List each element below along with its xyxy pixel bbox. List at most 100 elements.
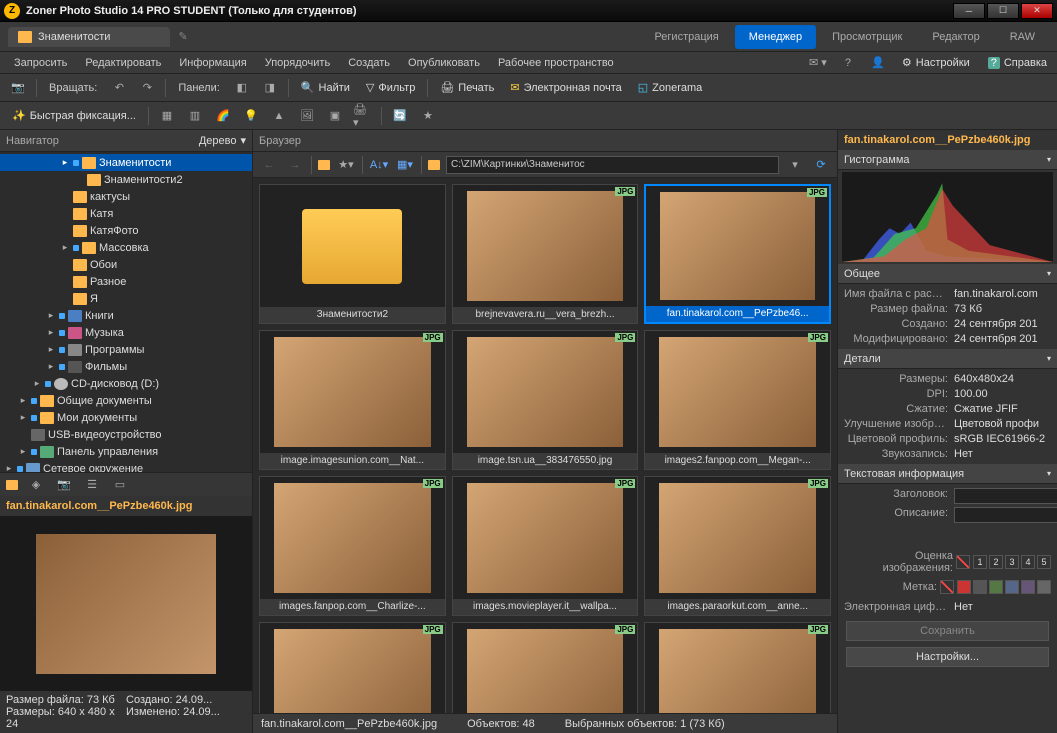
rating-5[interactable]: 5 — [1037, 555, 1051, 569]
reload-icon[interactable]: ⟳ — [811, 156, 831, 174]
thumbnail[interactable]: JPG — [452, 622, 639, 713]
tab-editor[interactable]: Редактор — [918, 25, 993, 49]
mail-icon[interactable]: ✉ ▾ — [808, 54, 828, 72]
back-icon[interactable]: ← — [259, 156, 279, 174]
sort-icon[interactable]: A↓▾ — [369, 156, 389, 174]
email-button[interactable]: ✉Электронная почта — [506, 79, 625, 96]
camera-icon[interactable]: 📷 — [8, 79, 28, 97]
menu-workspace[interactable]: Рабочее пространство — [490, 54, 622, 72]
rotate-left-icon[interactable]: ↶ — [109, 79, 129, 97]
find-button[interactable]: 🔍Найти — [297, 79, 354, 96]
nav-icon-3[interactable]: ☰ — [82, 476, 102, 494]
mark-color[interactable] — [1037, 580, 1051, 594]
path-input[interactable]: C:\ZIM\Картинки\Знаменитос — [446, 156, 779, 174]
refresh-icon[interactable]: 🔄 — [390, 107, 410, 125]
panel-left-icon[interactable]: ◧ — [232, 79, 252, 97]
tool-icon-1[interactable]: ▦ — [157, 107, 177, 125]
bulb-icon[interactable]: 💡 — [241, 107, 261, 125]
folder-tree[interactable]: ▸ЗнаменитостиЗнаменитости2кактусыКатяКат… — [0, 152, 252, 472]
tab-raw[interactable]: RAW — [996, 25, 1049, 49]
rating-clear[interactable] — [956, 555, 970, 569]
menu-edit[interactable]: Редактировать — [77, 54, 169, 72]
user-icon[interactable]: 👤 — [868, 54, 888, 72]
tree-item[interactable]: ▸Знаменитости — [0, 154, 252, 171]
tree-item[interactable]: ▸Программы — [0, 341, 252, 358]
tree-item[interactable]: USB-видеоустройство — [0, 426, 252, 443]
dropdown-icon[interactable]: ▾ — [785, 156, 805, 174]
mark-color[interactable] — [989, 580, 1003, 594]
tree-item[interactable]: Обои — [0, 256, 252, 273]
print-button[interactable]: 🖨Печать — [436, 79, 498, 96]
menu-sort[interactable]: Упорядочить — [257, 54, 338, 72]
settings-button[interactable]: Настройки... — [846, 647, 1049, 667]
filter-button[interactable]: ▽Фильтр — [362, 79, 419, 96]
thumbnail[interactable]: JPGimage.tsn.ua__383476550.jpg — [452, 330, 639, 470]
nav-icon-1[interactable]: ◈ — [26, 476, 46, 494]
tree-item[interactable]: ▸Массовка — [0, 239, 252, 256]
fav-icon[interactable]: ★▾ — [336, 156, 356, 174]
title-input[interactable] — [954, 488, 1057, 504]
tree-item[interactable]: кактусы — [0, 188, 252, 205]
menu-publish[interactable]: Опубликовать — [400, 54, 488, 72]
tree-item[interactable]: ▸Панель управления — [0, 443, 252, 460]
menu-help[interactable]: ?Справка — [984, 55, 1051, 71]
thumbnail[interactable]: JPG — [644, 622, 831, 713]
tree-item[interactable]: ▸CD-дисковод (D:) — [0, 375, 252, 392]
tree-item[interactable]: КатяФото — [0, 222, 252, 239]
details-header[interactable]: Детали▾ — [838, 349, 1057, 369]
quick-fix-button[interactable]: ✨Быстрая фиксация... — [8, 107, 140, 124]
zonerama-button[interactable]: ◱Zonerama — [634, 79, 707, 96]
tree-item[interactable]: Катя — [0, 205, 252, 222]
minimize-button[interactable]: ─ — [953, 3, 985, 19]
print2-icon[interactable]: 🖨 ▾ — [353, 107, 373, 125]
rating-1[interactable]: 1 — [973, 555, 987, 569]
menu-request[interactable]: Запросить — [6, 54, 75, 72]
tree-item[interactable]: ▸Музыка — [0, 324, 252, 341]
tree-item[interactable]: Знаменитости2 — [0, 171, 252, 188]
question-icon[interactable]: ? — [838, 54, 858, 72]
thumbnail-grid[interactable]: Знаменитости2JPGbrejnevavera.ru__vera_br… — [253, 178, 837, 713]
histogram-header[interactable]: Гистограмма▾ — [838, 150, 1057, 170]
chevron-down-icon[interactable]: ▾ — [240, 134, 246, 147]
tree-item[interactable]: ▸Фильмы — [0, 358, 252, 375]
mark-color[interactable] — [957, 580, 971, 594]
triangle-icon[interactable]: ▲ — [269, 107, 289, 125]
menu-settings[interactable]: ⚙Настройки — [898, 54, 974, 71]
panel-right-icon[interactable]: ◨ — [260, 79, 280, 97]
folder-tab[interactable]: Знаменитости — [8, 27, 170, 47]
save-button[interactable]: Сохранить — [846, 621, 1049, 641]
thumbnail[interactable]: JPGimages.paraorkut.com__anne... — [644, 476, 831, 616]
nav-icon-4[interactable]: ▭ — [110, 476, 130, 494]
close-button[interactable]: ✕ — [1021, 3, 1053, 19]
rating-4[interactable]: 4 — [1021, 555, 1035, 569]
tool-icon-2[interactable]: ▥ — [185, 107, 205, 125]
tree-item[interactable]: Разное — [0, 273, 252, 290]
rotate-right-icon[interactable]: ↷ — [137, 79, 157, 97]
navigator-mode[interactable]: Дерево — [199, 135, 237, 147]
tree-item[interactable]: ▸Мои документы — [0, 409, 252, 426]
tree-item[interactable]: ▸Книги — [0, 307, 252, 324]
tab-manager[interactable]: Менеджер — [735, 25, 816, 49]
rating-2[interactable]: 2 — [989, 555, 1003, 569]
mark-clear[interactable] — [940, 580, 954, 594]
mark-color[interactable] — [1005, 580, 1019, 594]
thumbnail[interactable]: JPGimages2.fanpop.com__Megan-... — [644, 330, 831, 470]
tab-viewer[interactable]: Просмотрщик — [818, 25, 916, 49]
menu-info[interactable]: Информация — [171, 54, 254, 72]
nav-icon-2[interactable]: 📷 — [54, 476, 74, 494]
rainbow-icon[interactable]: 🌈 — [213, 107, 233, 125]
thumbnail[interactable]: JPGbrejnevavera.ru__vera_brezh... — [452, 184, 639, 324]
thumbnail[interactable]: JPGimages.fanpop.com__Charlize-... — [259, 476, 446, 616]
folder-icon[interactable] — [6, 480, 18, 490]
image-icon[interactable]: 🖼 — [297, 107, 317, 125]
thumbnail[interactable]: Знаменитости2 — [259, 184, 446, 324]
layers-icon[interactable]: ▣ — [325, 107, 345, 125]
forward-icon[interactable]: → — [285, 156, 305, 174]
mark-color[interactable] — [973, 580, 987, 594]
rating-3[interactable]: 3 — [1005, 555, 1019, 569]
view-icon[interactable]: ▦▾ — [395, 156, 415, 174]
thumbnail[interactable]: JPGfan.tinakarol.com__PePzbe46... — [644, 184, 831, 324]
thumbnail[interactable]: JPGimages.movieplayer.it__wallpa... — [452, 476, 639, 616]
edit-icon[interactable]: ✎ — [178, 30, 187, 43]
tree-item[interactable]: ▸Общие документы — [0, 392, 252, 409]
